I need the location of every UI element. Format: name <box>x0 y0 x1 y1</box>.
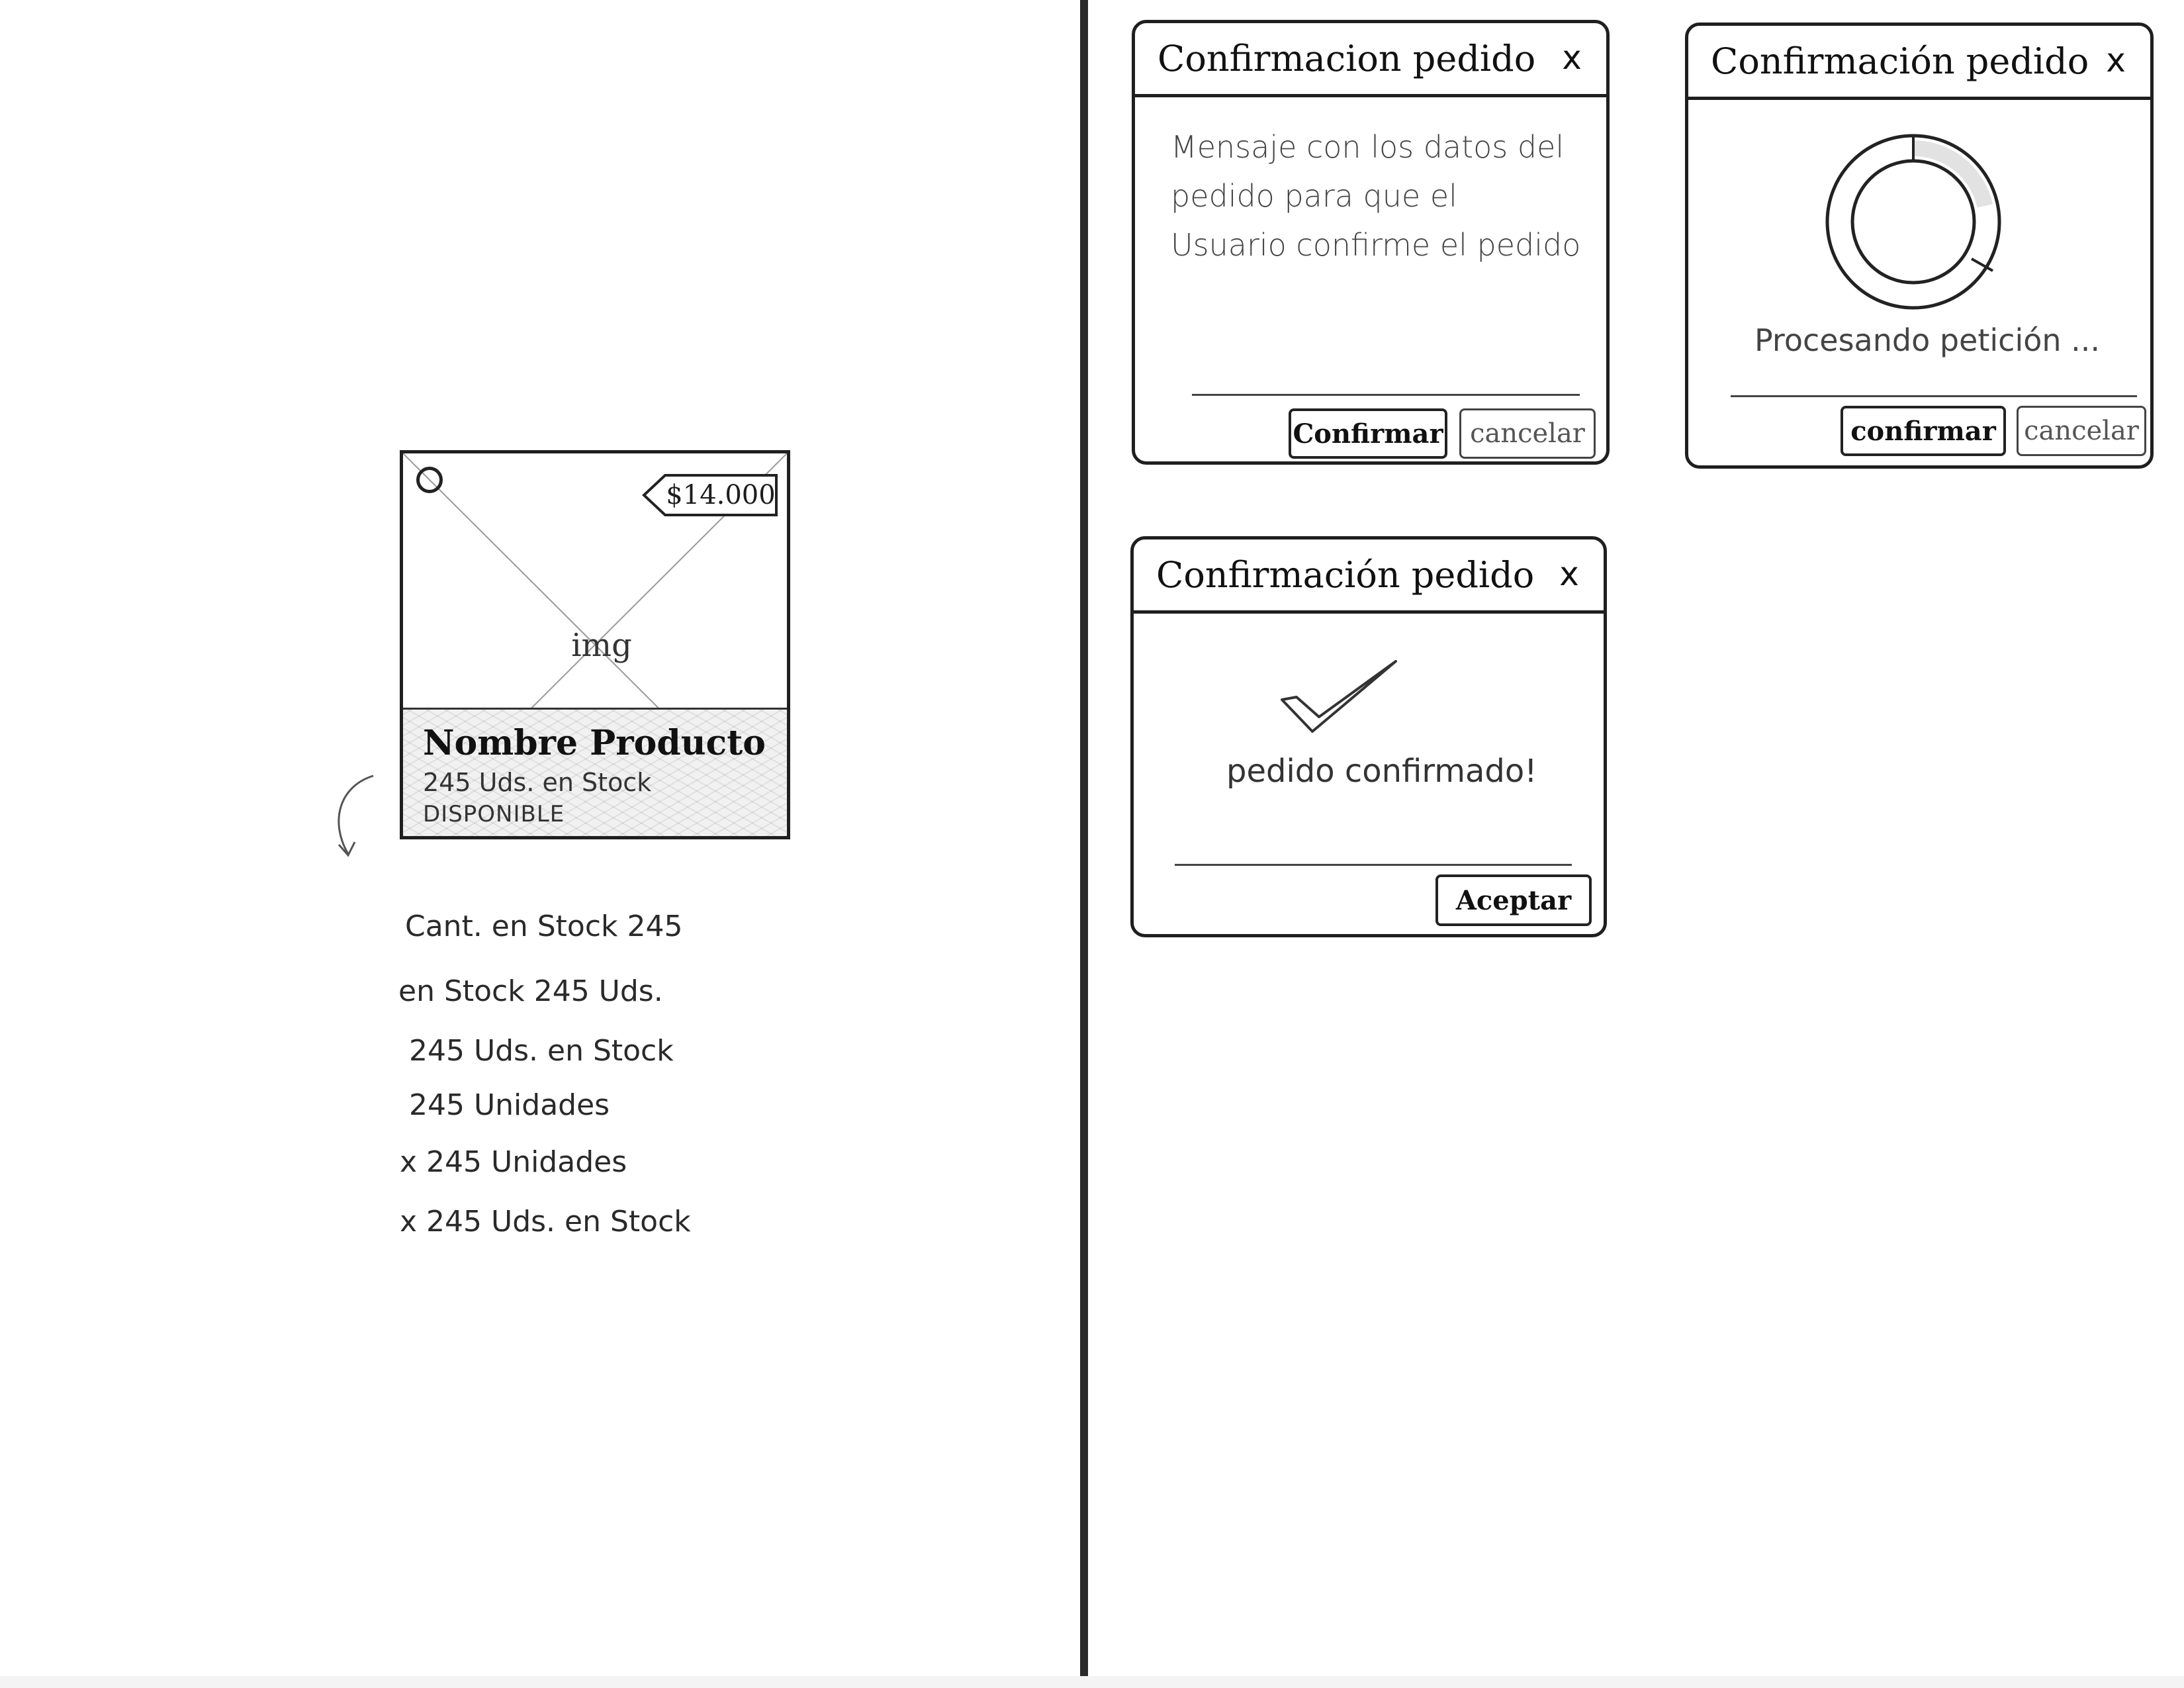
stock-option: x 245 Uds. en Stock <box>400 1205 691 1239</box>
loading-spinner-icon <box>1825 134 2001 310</box>
stock-option: 245 Uds. en Stock <box>409 1034 674 1068</box>
footer-divider <box>1175 864 1572 866</box>
price-tag: $14.000 <box>641 473 779 517</box>
product-card[interactable]: img $14.000 Nombre Producto 245 Uds. en … <box>400 450 790 839</box>
dialog-title: Confirmacion pedido <box>1158 38 1536 79</box>
product-price: $14.000 <box>666 480 776 510</box>
dialog-header: Confirmacion pedido x <box>1135 23 1606 97</box>
scan-edge <box>0 1676 2184 1688</box>
curved-arrow-icon <box>338 774 374 857</box>
confirm-order-dialog: Confirmacion pedido x Mensaje con los da… <box>1132 20 1610 465</box>
footer-divider <box>1731 395 2137 397</box>
confirm-button[interactable]: Confirmar <box>1289 408 1447 459</box>
product-name: Nombre Producto <box>423 723 766 763</box>
confirm-button[interactable]: confirmar <box>1841 406 2006 456</box>
product-info-panel: Nombre Producto 245 Uds. en Stock DISPON… <box>403 708 787 836</box>
close-icon[interactable]: x <box>1552 554 1586 594</box>
checkmark-icon <box>1281 660 1397 733</box>
dialog-header: Confirmación pedido x <box>1134 539 1604 614</box>
page-divider <box>1080 0 1088 1688</box>
dialog-header: Confirmación pedido x <box>1688 26 2150 100</box>
accept-button[interactable]: Aceptar <box>1435 874 1592 926</box>
stock-option: x 245 Unidades <box>400 1145 627 1179</box>
product-stock: 245 Uds. en Stock <box>423 768 652 797</box>
cancel-button[interactable]: cancelar <box>1459 408 1596 459</box>
dialog-message: Mensaje con los datos del pedido para qu… <box>1171 129 1581 263</box>
favorite-circle-icon[interactable] <box>416 467 443 493</box>
stock-option: 245 Unidades <box>409 1088 610 1122</box>
stock-option: Cant. en Stock 245 <box>405 910 683 943</box>
close-icon[interactable]: x <box>1555 38 1589 77</box>
product-status: DISPONIBLE <box>423 801 565 827</box>
image-label: img <box>571 627 632 664</box>
order-confirmed-dialog: Confirmación pedido x pedido confirmado!… <box>1130 536 1607 937</box>
dialog-title: Confirmación pedido <box>1156 554 1535 596</box>
dialog-title: Confirmación pedido <box>1711 40 2089 82</box>
close-icon[interactable]: x <box>2099 40 2133 80</box>
order-confirmed-message: pedido confirmado! <box>1226 753 1537 790</box>
stock-option: en Stock 245 Uds. <box>398 974 663 1008</box>
footer-divider <box>1192 394 1580 396</box>
processing-order-dialog: Confirmación pedido x Procesando petició… <box>1685 23 2154 469</box>
cancel-button[interactable]: cancelar <box>2017 406 2146 456</box>
processing-message: Procesando petición ... <box>1754 322 2101 358</box>
